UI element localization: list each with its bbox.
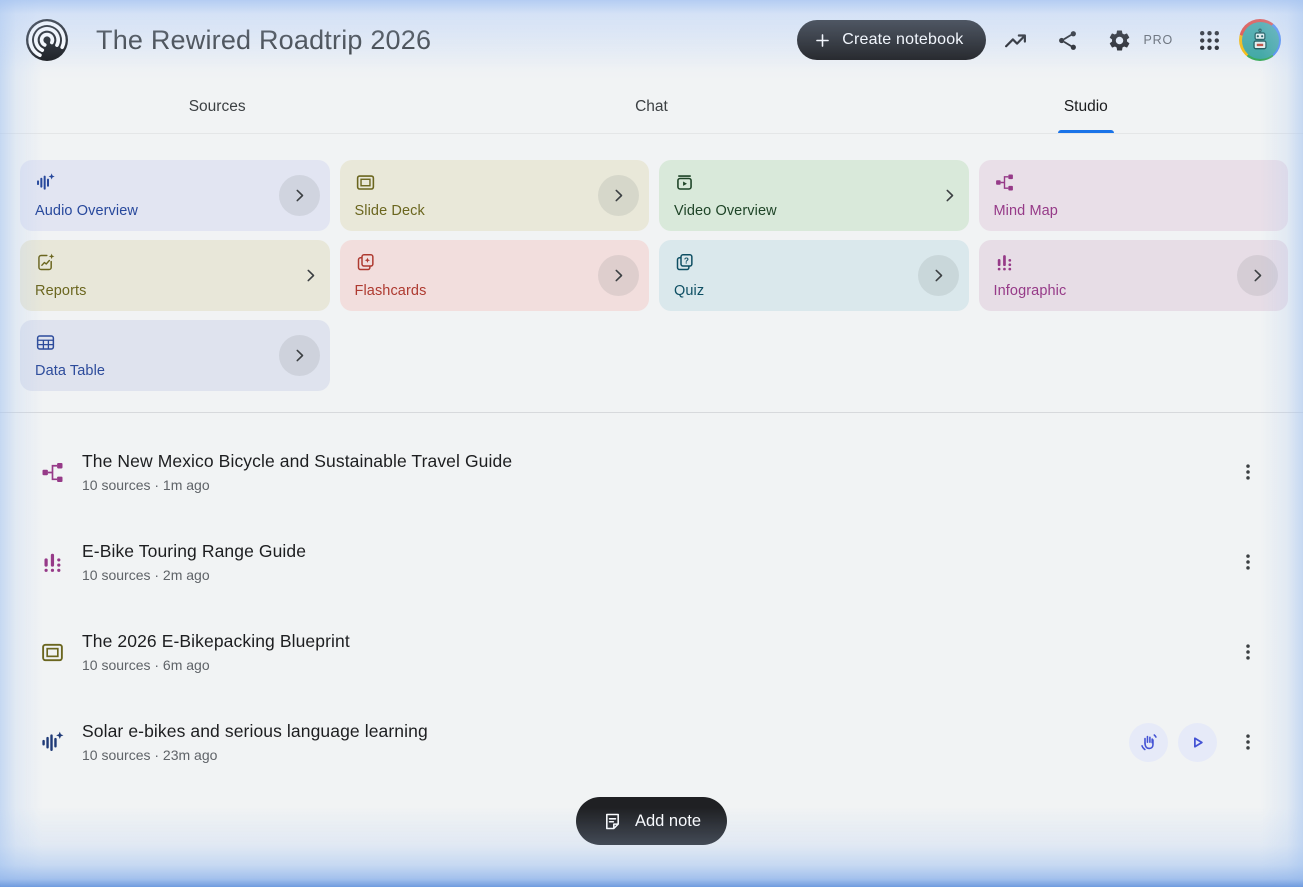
mind-map-icon [40,460,66,485]
artifact-title: The New Mexico Bicycle and Sustainable T… [82,451,513,471]
chevron-right-icon[interactable] [1237,255,1278,296]
studio-card-reports[interactable]: Reports [20,240,330,311]
artifact-meta: 10 sources · 23m ago [82,747,218,763]
app-header: The Rewired Roadtrip 2026 Create noteboo… [0,0,1303,80]
studio-card-quiz[interactable]: Quiz [659,240,969,311]
artifact-list: The New Mexico Bicycle and Sustainable T… [0,413,1303,787]
data-table-icon [35,332,105,353]
chevron-right-icon[interactable] [598,255,639,296]
infographic-icon [40,550,66,575]
more-options-icon[interactable] [1231,455,1265,489]
artifact-title: E-Bike Touring Range Guide [82,541,307,561]
audio-waveform-icon [40,730,66,755]
slide-deck-icon [355,172,425,193]
video-overview-icon [674,172,777,193]
note-icon [602,811,623,832]
artifact-meta: 10 sources · 2m ago [82,567,210,583]
tab-chat[interactable]: Chat [434,80,868,133]
more-options-icon[interactable] [1231,545,1265,579]
plus-icon [813,31,832,50]
interactive-mode-button[interactable] [1129,722,1168,762]
artifact-row-infographic[interactable]: E-Bike Touring Range Guide 10 sources · … [0,517,1303,607]
audio-waveform-icon [35,172,138,193]
artifact-meta: 10 sources · 6m ago [82,657,210,673]
report-icon [35,252,86,273]
artifact-title: The 2026 E-Bikepacking Blueprint [82,631,350,651]
notebook-title[interactable]: The Rewired Roadtrip 2026 [96,25,431,56]
studio-card-grid: Audio Overview Slide Deck Video Overview… [0,134,1303,391]
play-icon [1187,732,1208,753]
account-avatar[interactable] [1239,19,1281,61]
chevron-right-icon[interactable] [278,175,320,216]
studio-card-mind-map[interactable]: Mind Map [978,160,1288,231]
settings-gear-icon[interactable] [1098,18,1142,62]
studio-card-infographic[interactable]: Infographic [978,240,1288,311]
artifact-row-slide-deck[interactable]: The 2026 E-Bikepacking Blueprint 10 sour… [0,607,1303,697]
artifact-meta: 10 sources · 1m ago [82,477,210,493]
chevron-right-icon[interactable] [278,335,320,376]
studio-card-slide-deck[interactable]: Slide Deck [339,160,649,231]
more-options-icon[interactable] [1231,635,1265,669]
chevron-right-icon[interactable] [917,255,959,296]
artifact-title: Solar e-bikes and serious language learn… [82,721,428,741]
header-actions: Create notebook PRO [797,18,1281,62]
studio-card-audio-overview[interactable]: Audio Overview [20,160,330,231]
quiz-icon [674,252,704,273]
apps-grid-icon[interactable] [1187,18,1231,62]
notebooklm-logo[interactable] [26,19,68,61]
slide-deck-icon [40,640,66,665]
artifact-row-mind-map[interactable]: The New Mexico Bicycle and Sustainable T… [0,427,1303,517]
infographic-icon [994,252,1067,273]
more-options-icon[interactable] [1231,725,1265,759]
studio-card-data-table[interactable]: Data Table [20,320,330,391]
mind-map-icon [994,172,1058,193]
waving-hand-icon [1138,732,1159,753]
studio-card-flashcards[interactable]: Flashcards [339,240,649,311]
chevron-right-icon[interactable] [598,175,639,216]
create-notebook-button[interactable]: Create notebook [797,20,986,60]
chevron-right-icon[interactable] [301,266,320,285]
chevron-right-icon[interactable] [940,186,959,205]
artifact-row-audio-overview[interactable]: Solar e-bikes and serious language learn… [0,697,1303,787]
avatar-robot-image [1241,21,1279,59]
studio-card-video-overview[interactable]: Video Overview [659,160,969,231]
play-button[interactable] [1178,722,1217,762]
analytics-trending-up-icon[interactable] [994,18,1038,62]
pro-badge: PRO [1143,33,1173,47]
tab-sources[interactable]: Sources [0,80,434,133]
panel-tabs: Sources Chat Studio [0,80,1303,134]
flashcards-icon [355,252,427,273]
share-icon[interactable] [1046,18,1090,62]
add-note-button[interactable]: Add note [575,797,728,845]
tab-studio[interactable]: Studio [869,80,1303,133]
